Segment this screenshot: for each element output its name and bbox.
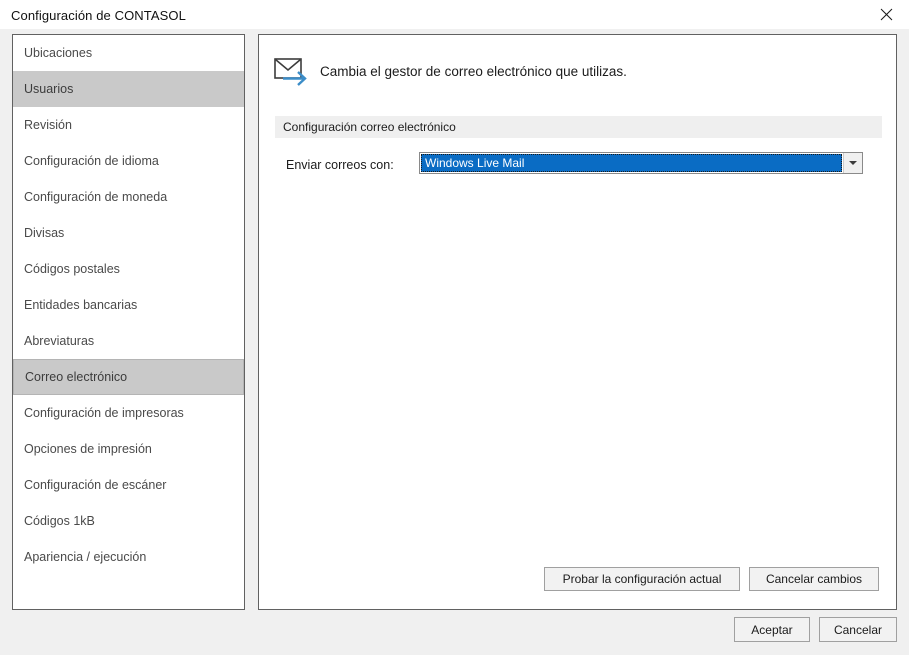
footer-buttons: Aceptar Cancelar [733, 617, 897, 642]
sidebar-item-usuarios[interactable]: Usuarios [13, 71, 244, 107]
sidebar-item-c-digos-1kb[interactable]: Códigos 1kB [13, 503, 244, 539]
cancel-button[interactable]: Cancelar [818, 617, 897, 642]
combobox-dropdown-button[interactable] [843, 153, 862, 173]
title-bar: Configuración de CONTASOL [0, 0, 909, 29]
mail-client-combobox[interactable]: Windows Live Mail [419, 152, 863, 174]
panel-header: Cambia el gestor de correo electrónico q… [259, 35, 896, 109]
panel-action-buttons: Probar la configuración actual Cancelar … [259, 567, 896, 591]
window-title: Configuración de CONTASOL [11, 8, 186, 23]
combobox-selected-value: Windows Live Mail [421, 154, 842, 172]
section-title: Configuración correo electrónico [283, 120, 456, 134]
sidebar-item-configuraci-n-de-moneda[interactable]: Configuración de moneda [13, 179, 244, 215]
dialog-body: Ubicaciones Usuarios Revisión Configuración… [0, 29, 909, 655]
accept-button[interactable]: Aceptar [733, 617, 810, 642]
sidebar-item-entidades-bancarias[interactable]: Entidades bancarias [13, 287, 244, 323]
dialog-footer: Aceptar Cancelar [0, 610, 909, 655]
chevron-down-icon [849, 161, 857, 165]
cancel-changes-button[interactable]: Cancelar cambios [749, 567, 879, 591]
sidebar-item-ubicaciones[interactable]: Ubicaciones [13, 35, 244, 71]
sidebar-item-revisi-n[interactable]: Revisión [13, 107, 244, 143]
sidebar-item-configuraci-n-de-impresoras[interactable]: Configuración de impresoras [13, 395, 244, 431]
section-header-band: Configuración correo electrónico [275, 116, 882, 138]
sidebar-item-apariencia-ejecuci-n[interactable]: Apariencia / ejecución [13, 539, 244, 575]
close-button[interactable] [863, 0, 909, 29]
mail-send-icon [274, 57, 310, 87]
sidebar-item-divisas[interactable]: Divisas [13, 215, 244, 251]
settings-content-panel: Cambia el gestor de correo electrónico q… [258, 34, 897, 610]
sidebar-item-abreviaturas[interactable]: Abreviaturas [13, 323, 244, 359]
close-icon [880, 8, 893, 21]
sidebar-item-correo-electr-nico[interactable]: Correo electrónico [13, 359, 244, 395]
mail-client-field-row: Enviar correos con: Windows Live Mail [259, 152, 896, 178]
sidebar-item-configuraci-n-de-esc-ner[interactable]: Configuración de escáner [13, 467, 244, 503]
mail-client-label: Enviar correos con: [286, 158, 394, 172]
settings-category-list[interactable]: Ubicaciones Usuarios Revisión Configuración… [12, 34, 245, 610]
test-configuration-button[interactable]: Probar la configuración actual [544, 567, 740, 591]
sidebar-item-c-digos-postales[interactable]: Códigos postales [13, 251, 244, 287]
panel-description: Cambia el gestor de correo electrónico q… [320, 64, 627, 79]
sidebar-item-configuraci-n-de-idioma[interactable]: Configuración de idioma [13, 143, 244, 179]
combobox-text-area[interactable]: Windows Live Mail [420, 153, 843, 173]
sidebar-item-opciones-de-impresi-n[interactable]: Opciones de impresión [13, 431, 244, 467]
